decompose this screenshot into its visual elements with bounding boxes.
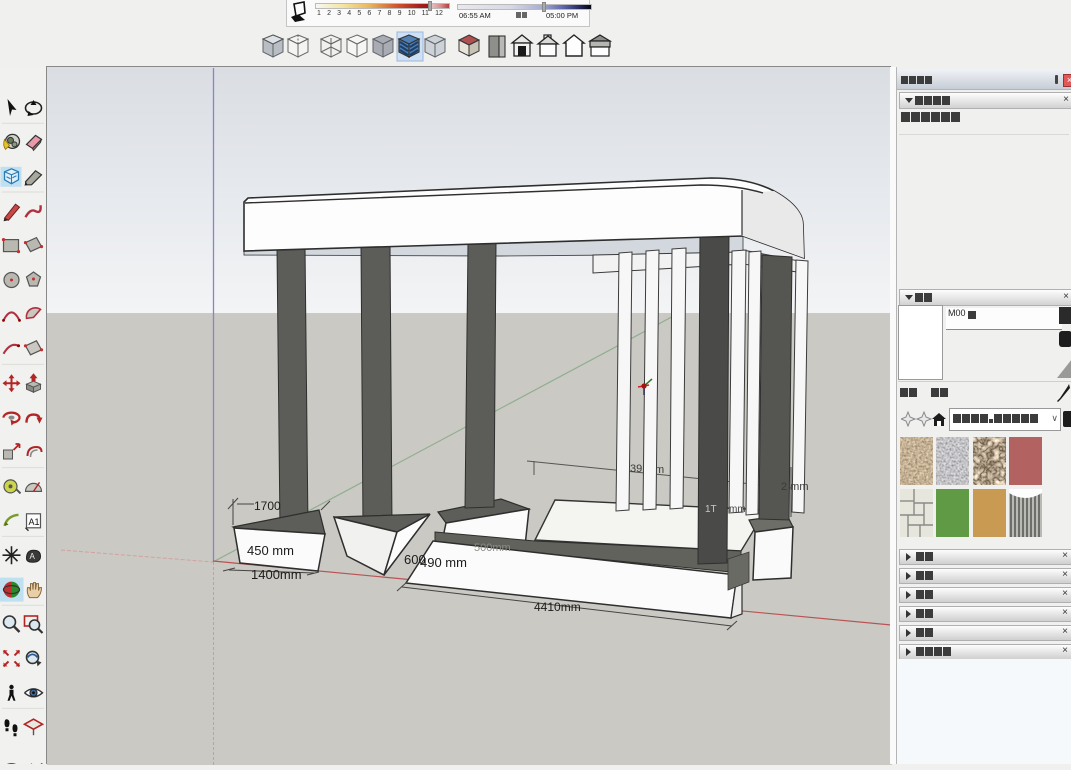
svg-text:A: A	[30, 552, 36, 561]
svg-text:4410mm: 4410mm	[534, 600, 581, 614]
svg-text:2 mm: 2 mm	[781, 481, 809, 493]
svg-text:1400mm: 1400mm	[251, 567, 302, 582]
svg-text:1T: 1T	[705, 504, 717, 515]
svg-text:39: 39	[630, 463, 642, 475]
svg-text:mm: mm	[729, 504, 746, 515]
svg-text:1700: 1700	[254, 499, 281, 513]
svg-text:A1: A1	[29, 517, 40, 527]
svg-text:450 mm: 450 mm	[247, 543, 294, 558]
svg-text:500mm: 500mm	[474, 542, 511, 554]
svg-text:490 mm: 490 mm	[420, 555, 467, 570]
